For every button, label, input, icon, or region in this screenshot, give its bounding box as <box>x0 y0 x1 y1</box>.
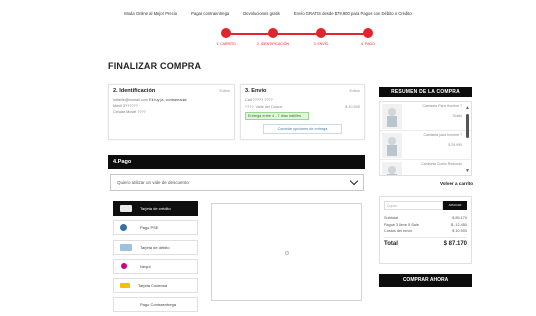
row-label: Subtotal <box>384 216 398 220</box>
shipping-city: ????, Valle del Cauca <box>245 105 282 109</box>
codensa-icon <box>120 283 130 289</box>
identification-title: 2. Identificación <box>113 88 156 94</box>
topbar-item-moda: Moda Online al Mejor Precio <box>124 10 178 16</box>
change-delivery-options-button[interactable]: Cambiar opciones de entrega <box>263 124 342 134</box>
coupon-apply-button[interactable]: APLICAR <box>443 201 467 210</box>
product-name: Camiseta para hombre ? <box>423 133 462 137</box>
step-dot <box>363 28 373 38</box>
identification-name: Eli tuy ja, contramadal <box>149 98 187 102</box>
row-label: Costos del envío <box>384 229 413 234</box>
product-thumbnail <box>382 162 402 175</box>
payment-method-label: Tarjeta Codensa <box>138 283 168 289</box>
payment-method-label: Pago Contraentrega <box>140 302 177 308</box>
row-label: Pague 3 lleve 5 Sale <box>384 222 419 227</box>
total-label: Total <box>384 241 398 248</box>
product-thumbnail <box>382 133 402 158</box>
shipping-edit-link[interactable]: Editar <box>350 88 360 94</box>
identification-card: 2. Identificación Editar isthelle@homail… <box>108 84 235 140</box>
list-item: Camiseta Para Hombre ? Gratis <box>380 102 471 131</box>
debit-card-icon <box>120 243 132 251</box>
voucher-label: Quiero utilizar un vale de descuento <box>117 180 189 185</box>
product-name: Camiseta Para Hombre ? <box>422 104 463 108</box>
nequi-icon <box>121 263 127 270</box>
payment-method-debit-card[interactable]: Tarjeta de débito <box>113 239 198 255</box>
summary-scrollbar[interactable] <box>466 114 469 138</box>
shipping-city-row: ????, Valle del Cauca $ 10.900 <box>241 105 364 109</box>
total-value: $ 87.170 <box>443 241 467 248</box>
payment-form-panel <box>211 203 362 301</box>
list-item: Camiseta para hombre ? $ 29.990 <box>380 131 471 160</box>
payment-method-codensa[interactable]: Tarjeta Codensa <box>113 278 198 294</box>
product-price: $ 29.990 <box>448 143 462 147</box>
identification-email: isthelle@homail.com <box>113 98 149 102</box>
payment-method-nequi[interactable]: Nequi <box>113 258 198 274</box>
topbar-item-devoluciones: Devoluciones gratis <box>243 10 280 16</box>
pse-icon <box>120 224 127 232</box>
buy-now-button[interactable]: COMPRAR AHORA <box>379 274 472 287</box>
scroll-down-icon[interactable]: ▼ <box>465 168 470 174</box>
shipping-title: 3. Envío <box>245 88 267 94</box>
payment-method-pse[interactable]: Pago PSE <box>113 220 198 236</box>
payment-methods-list: Tarjeta de crédito Pago PSE Tarjeta de d… <box>113 201 198 316</box>
row-value: $ 85.170 <box>452 216 467 220</box>
product-name: Camiseta Cuello Redondo <box>421 162 462 166</box>
step-label: 3. ENVÍO <box>313 42 329 46</box>
credit-card-icon <box>120 205 132 212</box>
list-item: Camiseta Cuello Redondo <box>380 160 471 175</box>
total-row: Total $ 87.170 <box>384 237 467 247</box>
step-identificacion[interactable]: 2. IDENTIFICACIÓN <box>253 28 293 46</box>
step-label: 1. CARRITO <box>216 42 236 46</box>
identification-address: Celular Movel ???? <box>113 110 146 114</box>
loading-spinner-icon <box>285 251 289 255</box>
top-info-bar: Moda Online al Mejor Precio Pagar contra… <box>0 0 536 26</box>
step-label: 2. IDENTIFICACIÓN <box>256 42 290 46</box>
summary-products-list[interactable]: Camiseta Para Hombre ? Gratis Camiseta p… <box>379 101 472 176</box>
step-dot <box>316 28 326 38</box>
scroll-up-icon[interactable]: ▲ <box>465 105 470 111</box>
back-to-cart-link[interactable]: Volver a carrito <box>440 181 473 186</box>
step-carrito[interactable]: 1. CARRITO <box>206 28 246 46</box>
step-pago: 4. PAGO <box>348 28 388 46</box>
shipping-cost-row: Costos del envío $ 10.900 <box>384 229 467 233</box>
progress-line <box>226 33 368 35</box>
product-price: Gratis <box>452 114 462 118</box>
step-label: 4. PAGO <box>361 42 375 46</box>
row-value: $ -12.450 <box>450 222 467 227</box>
step-envio[interactable]: 3. ENVÍO <box>301 28 341 46</box>
payment-method-label: Tarjeta de débito <box>140 244 170 250</box>
step-dot <box>221 28 231 38</box>
payment-method-contraentrega[interactable]: Pago Contraentrega <box>113 297 198 313</box>
voucher-dropdown[interactable]: Quiero utilizar un vale de descuento <box>110 174 364 191</box>
identification-edit-link[interactable]: Editar <box>220 88 230 94</box>
product-thumbnail <box>382 104 402 129</box>
payment-section-bar: 4.Pago <box>108 155 365 169</box>
shipping-price: $ 10.900 <box>345 105 360 109</box>
subtotal-row: Subtotal $ 85.170 <box>384 216 467 220</box>
discount-row: Pague 3 lleve 5 Sale $ -12.450 <box>384 223 467 227</box>
topbar-item-contraentrega: Pagar contraentrega <box>191 10 230 16</box>
payment-method-label: Nequi <box>140 263 151 269</box>
row-value: $ 10.900 <box>452 229 467 234</box>
chevron-down-icon <box>349 176 359 186</box>
delivery-estimate-badge: Entrega entre 4 - 7 días hábiles <box>245 112 309 120</box>
coupon-row: Cupón APLICAR <box>384 201 467 210</box>
summary-title: RESUMEN DE LA COMPRA <box>379 87 472 97</box>
page-title: FINALIZAR COMPRA <box>108 61 202 71</box>
shipping-address: Cali ????? ???? <box>245 98 273 102</box>
payment-method-label: Pago PSE <box>140 225 159 231</box>
shipping-card: 3. Envío Editar Cali ????? ???? ????, Va… <box>240 84 365 140</box>
summary-totals: Cupón APLICAR Subtotal $ 85.170 Pague 3 … <box>379 196 472 264</box>
payment-method-label: Tarjeta de crédito <box>140 206 171 211</box>
coupon-input[interactable]: Cupón <box>384 201 443 210</box>
topbar-item-envio-gratis: Envío GRATIS desde $79.900 para Pagos co… <box>293 10 412 16</box>
step-dot <box>268 28 278 38</box>
checkout-progress: 1. CARRITO 2. IDENTIFICACIÓN 3. ENVÍO 4.… <box>216 28 376 50</box>
payment-method-credit-card[interactable]: Tarjeta de crédito <box>113 201 198 216</box>
